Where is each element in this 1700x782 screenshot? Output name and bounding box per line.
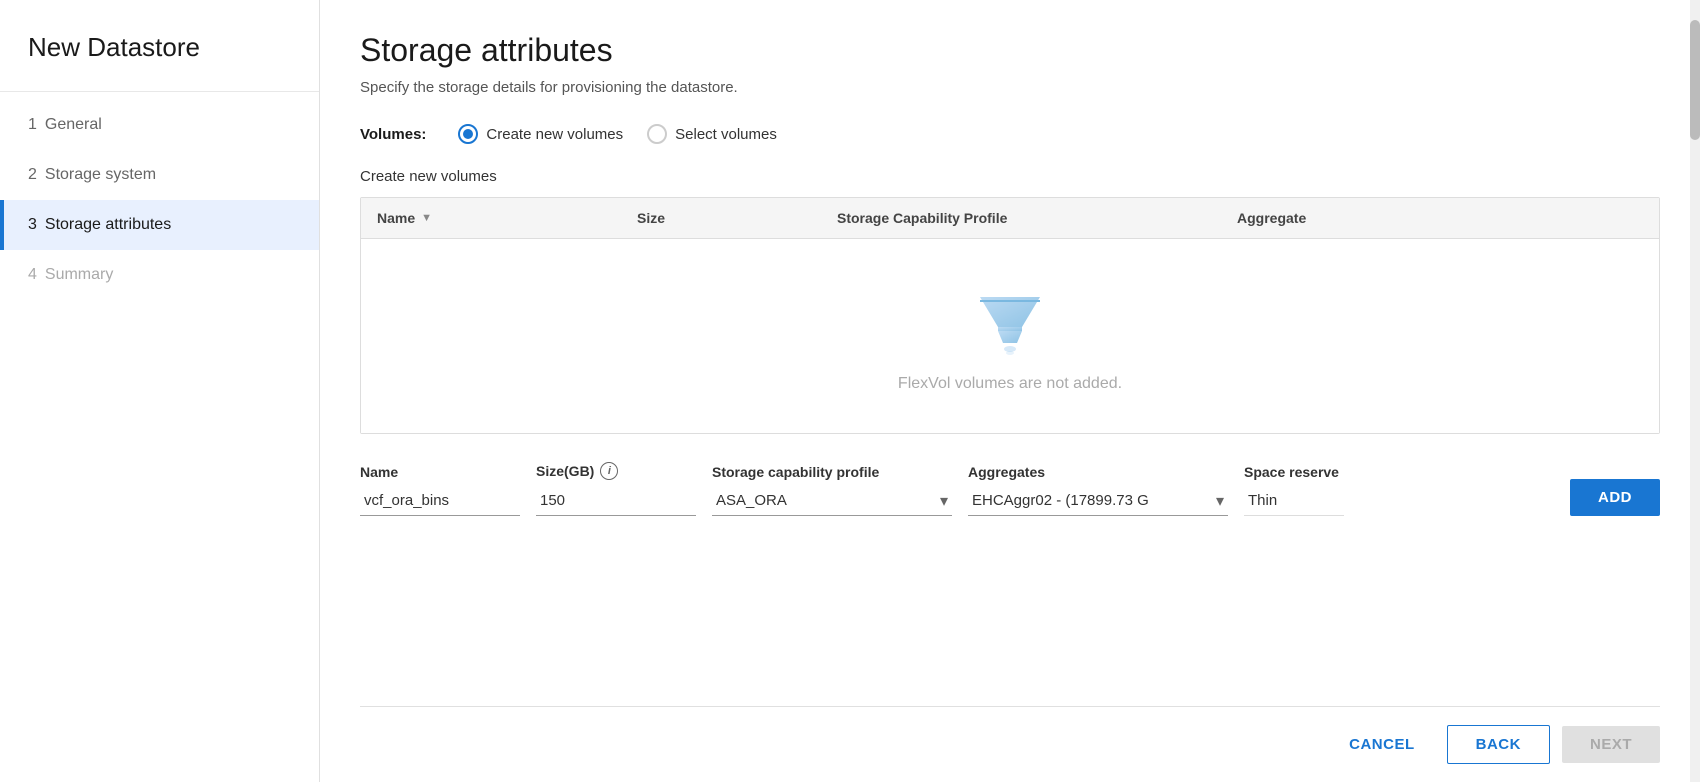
radio-create-new-label: Create new volumes (486, 126, 623, 143)
scrollbar-track (1690, 0, 1700, 782)
sidebar: New Datastore 1 General 2 Storage system… (0, 0, 320, 782)
storage-profile-select-wrapper: ASA_ORA (712, 486, 952, 516)
step-num-2: 2 (28, 166, 37, 184)
sidebar-item-label-general: General (45, 116, 102, 134)
sidebar-item-label-storage-attributes: Storage attributes (45, 216, 171, 234)
form-label-size: Size(GB) i (536, 462, 696, 480)
radio-select-circle (647, 124, 667, 144)
table-header-size: Size (621, 198, 821, 238)
step-num-3: 3 (28, 216, 37, 234)
sidebar-item-general[interactable]: 1 General (0, 100, 319, 150)
table-header-storage-capability-profile: Storage Capability Profile (821, 198, 1221, 238)
scrollbar-thumb[interactable] (1690, 20, 1700, 140)
funnel-icon (970, 279, 1050, 359)
form-field-size: Size(GB) i (536, 462, 696, 516)
page-title: Storage attributes (360, 32, 1660, 69)
sidebar-item-summary: 4 Summary (0, 250, 319, 300)
sidebar-item-label-summary: Summary (45, 266, 113, 284)
volumes-table: Name ▼ Size Storage Capability Profile A… (360, 197, 1660, 434)
form-field-name: Name (360, 464, 520, 516)
sidebar-item-storage-attributes[interactable]: 3 Storage attributes (0, 200, 319, 250)
sidebar-title: New Datastore (0, 0, 319, 92)
storage-profile-select[interactable]: ASA_ORA (712, 486, 952, 516)
form-label-space-reserve: Space reserve (1244, 464, 1344, 480)
radio-create-new-circle (458, 124, 478, 144)
size-input[interactable] (536, 486, 696, 516)
form-label-aggregates: Aggregates (968, 464, 1228, 480)
aggregates-input[interactable] (968, 486, 1228, 516)
name-input[interactable] (360, 486, 520, 516)
add-button[interactable]: ADD (1570, 479, 1660, 516)
table-header-aggregate: Aggregate (1221, 198, 1659, 238)
volumes-section: Volumes: Create new volumes Select volum… (360, 124, 1660, 144)
cancel-button[interactable]: CANCEL (1329, 726, 1435, 763)
sidebar-nav: 1 General 2 Storage system 3 Storage att… (0, 100, 319, 300)
space-reserve-value: Thin (1244, 486, 1344, 516)
step-num-4: 4 (28, 266, 37, 284)
main-content: Storage attributes Specify the storage d… (320, 0, 1700, 782)
back-button[interactable]: BACK (1447, 725, 1550, 764)
form-field-space-reserve: Space reserve Thin (1244, 464, 1344, 516)
create-new-volumes-label: Create new volumes (360, 168, 1660, 185)
step-num-1: 1 (28, 116, 37, 134)
filter-icon[interactable]: ▼ (421, 212, 432, 224)
volumes-label: Volumes: (360, 126, 426, 143)
empty-state: FlexVol volumes are not added. (361, 239, 1659, 433)
sidebar-item-storage-system[interactable]: 2 Storage system (0, 150, 319, 200)
next-button: NEXT (1562, 726, 1660, 763)
footer: CANCEL BACK NEXT (360, 706, 1660, 782)
table-header-name: Name ▼ (361, 198, 621, 238)
page-subtitle: Specify the storage details for provisio… (360, 79, 1660, 96)
add-volume-form: Name Size(GB) i Storage capability profi… (360, 462, 1660, 516)
form-field-aggregates: Aggregates (968, 464, 1228, 516)
table-header: Name ▼ Size Storage Capability Profile A… (361, 198, 1659, 239)
empty-state-text: FlexVol volumes are not added. (898, 375, 1122, 393)
radio-select-label: Select volumes (675, 126, 777, 143)
form-label-storage-profile: Storage capability profile (712, 464, 952, 480)
radio-group: Create new volumes Select volumes (458, 124, 776, 144)
radio-select-volumes[interactable]: Select volumes (647, 124, 777, 144)
aggregates-wrapper (968, 486, 1228, 516)
form-field-storage-profile: Storage capability profile ASA_ORA (712, 464, 952, 516)
form-label-name: Name (360, 464, 520, 480)
sidebar-item-label-storage-system: Storage system (45, 166, 156, 184)
radio-create-new[interactable]: Create new volumes (458, 124, 623, 144)
info-icon[interactable]: i (600, 462, 618, 480)
